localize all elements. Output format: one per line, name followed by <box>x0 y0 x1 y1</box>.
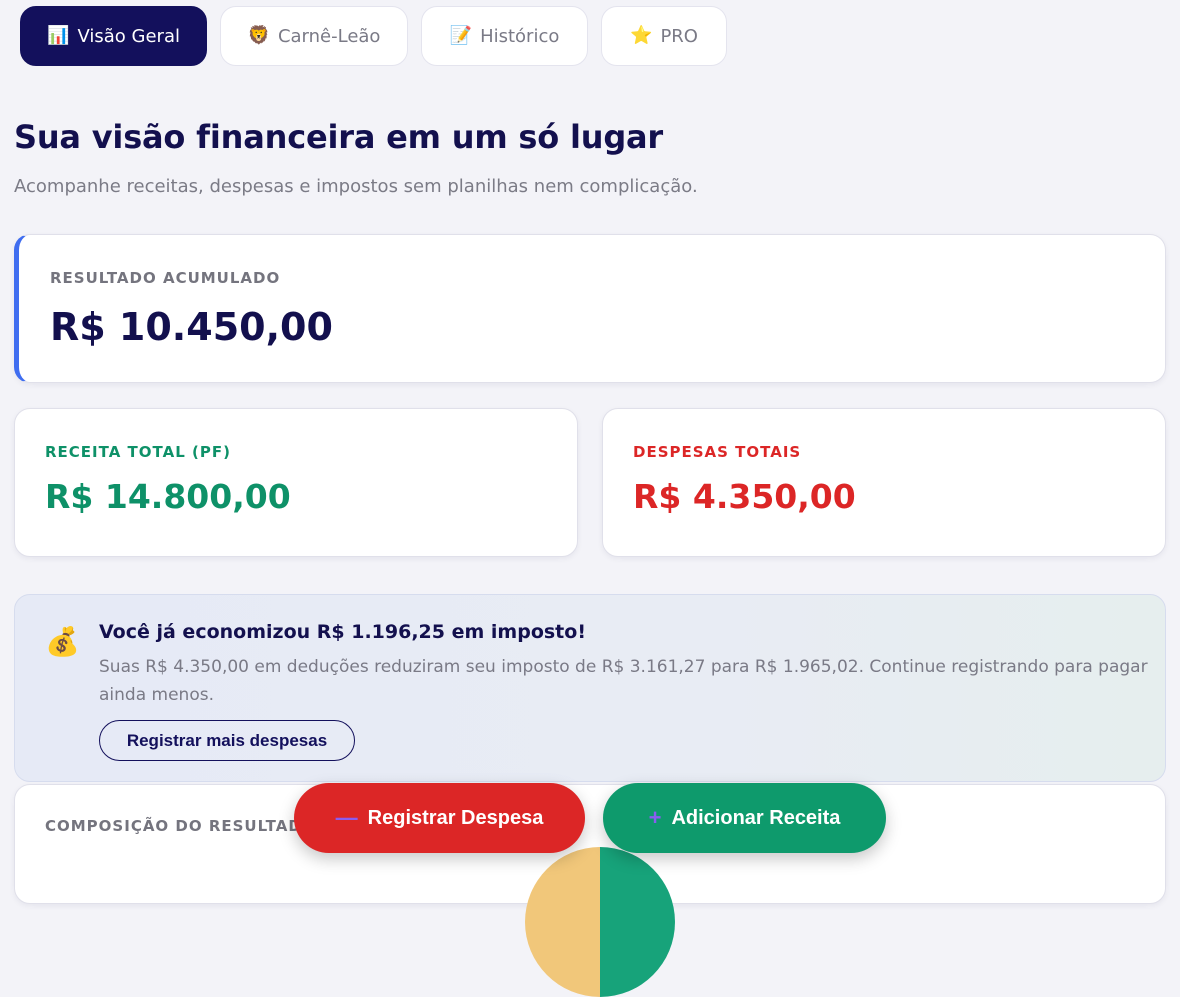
total-expenses-card: DESPESAS TOTAIS R$ 4.350,00 <box>602 408 1166 557</box>
memo-icon: 📝 <box>449 25 473 46</box>
plus-icon: + <box>648 805 662 830</box>
tax-savings-title: Você já economizou R$ 1.196,25 em impost… <box>99 621 586 643</box>
accumulated-result-label: RESULTADO ACUMULADO <box>50 269 281 287</box>
tab-bar: 📊 Visão Geral 🦁 Carnê-Leão 📝 Histórico ⭐… <box>20 6 727 66</box>
tab-pro[interactable]: ⭐ PRO <box>601 6 727 66</box>
total-revenue-value: R$ 14.800,00 <box>45 477 291 516</box>
money-bag-icon: 💰 <box>45 625 80 658</box>
tax-savings-banner: 💰 Você já economizou R$ 1.196,25 em impo… <box>14 594 1166 782</box>
lion-icon: 🦁 <box>247 25 270 46</box>
result-composition-label: COMPOSIÇÃO DO RESULTADO <box>45 817 316 835</box>
accumulated-result-card: RESULTADO ACUMULADO R$ 10.450,00 <box>14 234 1166 383</box>
total-expenses-value: R$ 4.350,00 <box>633 477 856 516</box>
star-icon: ⭐ <box>630 25 653 46</box>
register-more-expenses-button[interactable]: Registrar mais despesas <box>99 720 355 761</box>
tab-label: Visão Geral <box>77 25 180 47</box>
tab-carne-leao[interactable]: 🦁 Carnê-Leão <box>220 6 408 66</box>
accumulated-result-value: R$ 10.450,00 <box>50 305 333 349</box>
page-title: Sua visão financeira em um só lugar <box>14 118 664 156</box>
tax-savings-description: Suas R$ 4.350,00 em deduções reduziram s… <box>99 657 1148 705</box>
minus-icon: — <box>335 805 358 830</box>
result-composition-card: COMPOSIÇÃO DO RESULTADO <box>14 784 1166 997</box>
total-revenue-label: RECEITA TOTAL (PF) <box>45 443 231 461</box>
add-revenue-button[interactable]: + Adicionar Receita <box>603 783 886 853</box>
register-expense-label: Registrar Despesa <box>367 806 544 829</box>
bar-chart-icon: 📊 <box>47 25 70 46</box>
tab-historico[interactable]: 📝 Histórico <box>421 6 588 66</box>
add-revenue-label: Adicionar Receita <box>671 806 841 829</box>
composition-donut-chart <box>525 847 675 997</box>
tab-visao-geral[interactable]: 📊 Visão Geral <box>20 6 207 66</box>
tab-label: Carnê-Leão <box>277 25 381 47</box>
tab-label: Histórico <box>480 25 560 47</box>
tab-label: PRO <box>660 25 698 47</box>
total-revenue-card: RECEITA TOTAL (PF) R$ 14.800,00 <box>14 408 578 557</box>
register-expense-button[interactable]: — Registrar Despesa <box>294 783 585 853</box>
total-expenses-label: DESPESAS TOTAIS <box>633 443 802 461</box>
page-subtitle: Acompanhe receitas, despesas e impostos … <box>14 176 698 197</box>
